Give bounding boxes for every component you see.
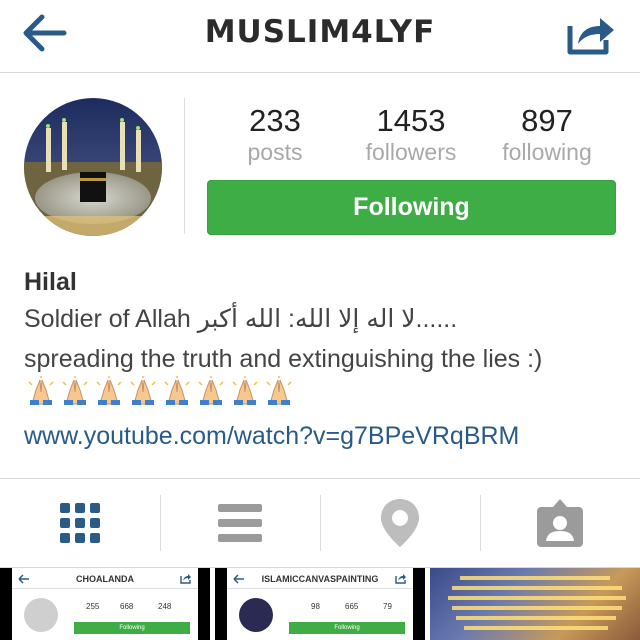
posts-stat[interactable]: 233 posts: [210, 104, 340, 166]
post-preview-stat: 665: [345, 602, 359, 611]
tab-tagged-view[interactable]: [480, 479, 640, 567]
followers-count: 1453: [376, 103, 446, 138]
profile-divider: [184, 98, 185, 234]
post-thumbnail[interactable]: ISLAMICCANVASPAINTING 98 665 79 Followin…: [215, 568, 425, 640]
tagged-person-icon: [537, 499, 583, 547]
avatar: [24, 598, 58, 632]
following-stat[interactable]: 897 following: [482, 104, 612, 166]
divider: [227, 588, 413, 589]
kaaba-photo: [24, 98, 162, 236]
post-preview-title: ISLAMICCANVASPAINTING: [261, 574, 379, 584]
praying-hands-icon: [198, 376, 224, 405]
post-thumbnail[interactable]: CHOALANDA 255 668 248 Following: [0, 568, 210, 640]
praying-hands-icon: [164, 376, 190, 405]
profile-name: Hilal: [24, 268, 77, 296]
post-preview-stat: 668: [120, 602, 134, 611]
profile-avatar[interactable]: [24, 98, 162, 236]
post-preview-stat: 79: [383, 602, 392, 611]
posts-label: posts: [247, 139, 303, 165]
tab-grid-view[interactable]: [0, 479, 160, 567]
post-preview-stat: 98: [311, 602, 320, 611]
praying-hands-icon: [232, 376, 258, 405]
back-button[interactable]: [22, 12, 72, 54]
share-icon: [395, 574, 406, 584]
text-image-preview: [448, 576, 626, 630]
location-pin-icon: [381, 499, 419, 547]
post-preview-follow-button: Following: [289, 622, 405, 634]
praying-hands-icon: [28, 376, 54, 405]
praying-hands-icon: [130, 376, 156, 405]
share-button[interactable]: [566, 12, 618, 56]
bio-line-2: spreading the truth and extinguishing th…: [24, 342, 614, 411]
following-count: 897: [521, 103, 573, 138]
profile-view-tabs: [0, 478, 640, 568]
profile-website-link[interactable]: www.youtube.com/watch?v=g7BPeVRqBRM: [24, 422, 519, 451]
divider: [12, 588, 198, 589]
praying-hands-icon: [266, 376, 292, 405]
post-preview-follow-button: Following: [74, 622, 190, 634]
list-icon: [218, 504, 262, 542]
bio-line-1: Soldier of Allah لا اله إلا الله: الله أ…: [24, 305, 458, 333]
post-preview-title: CHOALANDA: [76, 574, 134, 584]
followers-stat[interactable]: 1453 followers: [346, 104, 476, 166]
bio-text: spreading the truth and extinguishing th…: [24, 345, 543, 373]
back-arrow-icon: [23, 14, 67, 52]
post-screenshot-preview: CHOALANDA 255 668 248 Following: [12, 568, 198, 640]
profile-username-title: MUSLIM4LYF: [204, 14, 436, 50]
following-label: following: [502, 139, 592, 165]
tab-map-view[interactable]: [320, 479, 480, 567]
praying-hands-icon: [96, 376, 122, 405]
post-thumbnail[interactable]: [430, 568, 640, 640]
tab-list-view[interactable]: [160, 479, 320, 567]
avatar: [239, 598, 273, 632]
post-screenshot-preview: ISLAMICCANVASPAINTING 98 665 79 Followin…: [227, 568, 413, 640]
share-icon: [180, 574, 191, 584]
following-button[interactable]: Following: [207, 180, 616, 235]
share-icon: [567, 18, 614, 55]
praying-hands-emoji-row: [26, 376, 298, 406]
post-preview-stat: 248: [158, 602, 172, 611]
grid-icon: [60, 503, 100, 543]
followers-label: followers: [365, 139, 457, 165]
top-navigation-bar: MUSLIM4LYF: [0, 0, 640, 73]
posts-count: 233: [249, 103, 301, 138]
post-preview-stat: 255: [86, 602, 100, 611]
praying-hands-icon: [62, 376, 88, 405]
